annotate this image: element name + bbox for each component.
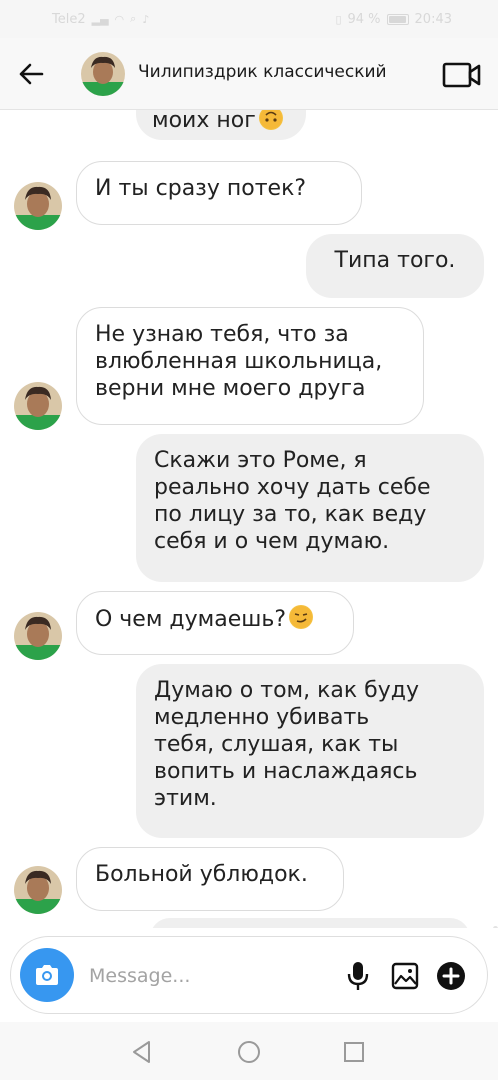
status-left: Tele2 ▂▄ ◠ ⌕ ♪	[52, 12, 149, 27]
message-outgoing-partial[interactable]	[150, 918, 470, 928]
message-outgoing[interactable]: Типа того.	[306, 234, 484, 298]
add-icon	[437, 962, 465, 990]
message-line: реально хочу дать себе	[154, 475, 431, 500]
tiktok-icon: ♪	[142, 12, 150, 26]
circle-home-icon	[238, 1041, 260, 1063]
vibrate-icon: ▯	[335, 12, 342, 26]
avatar[interactable]	[14, 182, 62, 230]
message-incoming[interactable]: Больной ублюдок.	[76, 847, 344, 911]
avatar-image	[81, 52, 125, 96]
microphone-button[interactable]	[343, 961, 373, 991]
message-text: И ты сразу потек?	[95, 176, 307, 201]
chat-title[interactable]: Чилипиздрик классический	[138, 62, 387, 82]
avatar[interactable]	[14, 382, 62, 430]
nav-back-button[interactable]	[128, 1038, 156, 1066]
message-line: вопить и наслаждаясь	[154, 759, 418, 784]
smirking-face-emoji-icon	[289, 605, 314, 629]
signal-icon: ▂▄	[91, 12, 109, 26]
clock: 20:43	[414, 11, 452, 27]
avatar[interactable]	[14, 866, 62, 914]
camera-button[interactable]	[20, 948, 74, 1002]
wifi-icon: ◠	[114, 12, 125, 26]
message-text: Типа того.	[334, 248, 456, 273]
message-line: Скажи это Роме, я	[154, 448, 367, 473]
composer	[10, 936, 488, 1014]
message-incoming[interactable]: О чем думаешь?	[76, 591, 354, 655]
message-input[interactable]	[89, 959, 329, 993]
gallery-button[interactable]	[390, 961, 420, 991]
video-call-button[interactable]	[442, 60, 482, 90]
square-recents-icon	[344, 1042, 364, 1062]
message-line: верни мне моего друга	[95, 376, 366, 401]
nav-recents-button[interactable]	[340, 1038, 368, 1066]
status-right: ▯ 94 % 20:43	[335, 12, 452, 27]
battery-fill	[388, 15, 406, 23]
message-text-wrap: моих ног	[152, 110, 283, 134]
avatar[interactable]	[14, 612, 62, 660]
message-text: Больной ублюдок.	[95, 862, 308, 887]
carrier-label: Tele2	[52, 11, 86, 27]
scrollbar[interactable]	[493, 926, 498, 928]
microphone-icon	[347, 962, 369, 990]
triangle-back-icon	[133, 1041, 150, 1063]
message-line: по лицу за то, как веду	[154, 502, 427, 527]
chat-header: Чилипиздрик классический	[0, 38, 498, 110]
message-line: этим.	[154, 786, 217, 811]
message-line: Думаю о том, как буду	[154, 678, 419, 703]
message-text: О чем думаешь?	[95, 607, 287, 632]
message-incoming-partial[interactable]: моих ног	[136, 110, 306, 140]
message-incoming[interactable]: Не узнаю тебя, что за влюбленная школьни…	[76, 307, 424, 425]
status-bar: Tele2 ▂▄ ◠ ⌕ ♪ ▯ 94 % 20:43	[0, 0, 498, 38]
message-outgoing[interactable]: Скажи это Роме, я реально хочу дать себе…	[136, 434, 484, 582]
camera-icon	[36, 965, 58, 985]
message-text: моих ног	[152, 110, 256, 133]
message-line: себя и о чем думаю.	[154, 529, 390, 554]
message-line: медленно убивать	[154, 705, 370, 730]
gallery-icon	[391, 962, 419, 990]
battery-percent: 94 %	[347, 11, 381, 27]
arrow-left-icon	[19, 63, 44, 85]
message-line: тебя, слушая, как ты	[154, 732, 399, 757]
avatar[interactable]	[81, 52, 125, 96]
navigation-bar	[0, 1022, 498, 1080]
upside-down-face-emoji-icon	[258, 110, 283, 130]
back-button[interactable]	[14, 58, 48, 90]
message-incoming[interactable]: И ты сразу потек?	[76, 161, 362, 225]
nav-home-button[interactable]	[235, 1038, 263, 1066]
message-line: влюбленная школьница,	[95, 349, 383, 374]
search-icon: ⌕	[130, 12, 137, 25]
add-button[interactable]	[436, 961, 466, 991]
message-list[interactable]: моих ног И ты сразу потек? Типа того. Не…	[0, 110, 498, 928]
message-outgoing[interactable]: Думаю о том, как буду медленно убивать т…	[136, 664, 484, 838]
message-line: Не узнаю тебя, что за	[95, 322, 349, 347]
video-camera-icon	[442, 62, 481, 88]
battery-icon	[386, 13, 409, 25]
